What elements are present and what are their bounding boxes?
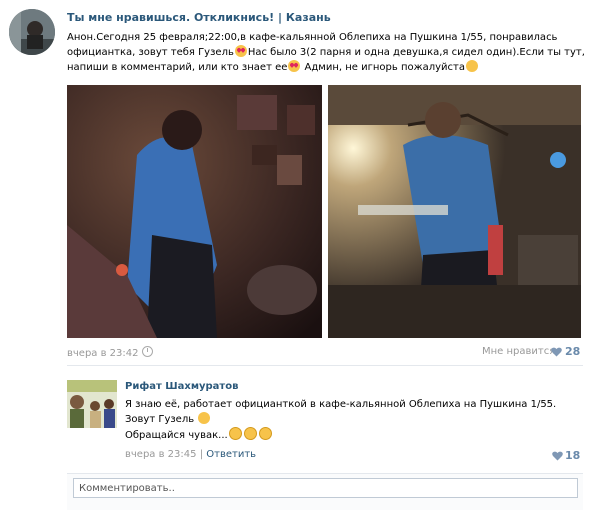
title-separator: | [278,11,283,24]
post-photo-2[interactable] [328,85,581,338]
group-avatar[interactable] [9,9,55,55]
comment-text-part-2: Обращайся чувак... [125,430,228,441]
joy-emoji-icon [258,427,272,440]
smile-emoji-icon [198,412,211,424]
comment-like-count[interactable]: 18 [565,449,580,462]
joy-emoji-icon [228,427,242,440]
comment-text: Я знаю её, работает официанткой в кафе-к… [125,397,580,443]
comment-text-part-1: Я знаю её, работает официанткой в кафе-к… [125,399,557,425]
group-city-link[interactable]: Казань [286,11,331,24]
comment-author-avatar[interactable] [67,380,117,428]
comment-date-link[interactable]: вчера в 23:45 [125,449,197,460]
comment-input[interactable]: Комментировать.. [73,478,578,498]
pensive-emoji-icon [466,60,478,72]
joy-emoji-icon [243,427,257,440]
comment-meta-separator: | [199,449,204,460]
clock-icon [141,346,153,357]
comment-meta: вчера в 23:45 | Ответить [125,449,256,460]
post-photo-1[interactable] [67,85,322,338]
comment-author-name[interactable]: Рифат Шахмуратов [125,381,238,392]
like-label[interactable]: Мне нравится [482,346,555,357]
post-date[interactable]: вчера в 23:42 [67,346,153,359]
comments-divider [67,365,583,366]
reply-link[interactable]: Ответить [206,449,256,460]
comment-heart-icon[interactable] [552,451,563,461]
like-count[interactable]: 28 [565,345,580,358]
group-name-link[interactable]: Ты мне нравишься. Откликнись! [67,11,274,24]
heart-eyes-emoji-icon [234,45,247,57]
post-text: Анон.Сегодня 25 февраля;22:00,в кафе-кал… [67,30,587,75]
heart-eyes-emoji-icon [288,60,301,72]
post-date-link[interactable]: вчера в 23:42 [67,348,139,359]
post-header: Ты мне нравишься. Откликнись! | Казань [67,11,331,24]
post-text-part-3: Админ, не игнорь пожалуйста [301,62,465,73]
heart-icon[interactable] [551,347,562,357]
